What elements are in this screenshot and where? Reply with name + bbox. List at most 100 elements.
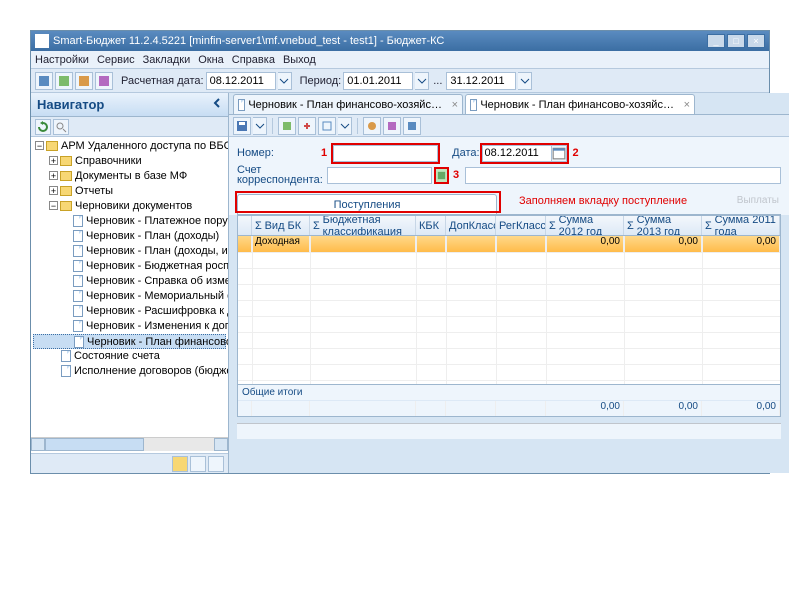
period-from-dropdown[interactable] [415, 72, 429, 90]
grid-col-regklass[interactable]: РегКласс [496, 216, 546, 235]
grid-corner[interactable] [238, 216, 252, 235]
subtab-hidden-label: Выплаты [737, 195, 779, 206]
tree-leaf[interactable]: Черновик - Мемориальный ордер [86, 290, 228, 302]
scroll-thumb[interactable] [45, 438, 144, 451]
tree-node-reports[interactable]: Отчеты [75, 185, 113, 197]
grid-col-dopklass[interactable]: ДопКласс [446, 216, 496, 235]
nav-refresh-button[interactable] [35, 119, 51, 135]
tree-leaf[interactable]: Черновик - Расшифровка к договорам (Б [86, 305, 228, 317]
menubar: Настройки Сервис Закладки Окна Справка В… [31, 51, 769, 69]
close-icon[interactable]: × [684, 99, 690, 111]
tree-leaf-selected[interactable]: Черновик - План финансово-хозяйствен [87, 336, 228, 348]
expand-icon[interactable]: + [49, 186, 58, 195]
grid-col-sum2011[interactable]: Σ Сумма 2011 года [702, 216, 780, 235]
account-code-input[interactable] [327, 167, 432, 184]
save-button[interactable] [233, 117, 251, 135]
period-to-dropdown[interactable] [518, 72, 532, 90]
tree-leaf[interactable]: Черновик - План (доходы) [86, 230, 219, 242]
menu-windows[interactable]: Окна [198, 54, 224, 66]
grid-body[interactable]: Доходная 0,00 0,00 0,00 [238, 236, 780, 384]
grid-col-sum2013[interactable]: Σ Сумма 2013 год [624, 216, 702, 235]
save-dropdown[interactable] [253, 117, 267, 135]
tree-leaf[interactable]: Черновик - План (доходы, изменения) [86, 245, 228, 257]
toolbar-btn-2[interactable] [55, 72, 73, 90]
period-to-input[interactable] [446, 72, 516, 90]
menu-exit[interactable]: Выход [283, 54, 316, 66]
account-label: Счет корреспондента: [237, 165, 317, 185]
toolbar-btn-1[interactable] [35, 72, 53, 90]
expand-icon[interactable]: − [49, 201, 58, 210]
document-icon [74, 336, 84, 348]
grid-col-vidbk[interactable]: Σ Вид БК [252, 216, 310, 235]
subtabs: Поступления Заполняем вкладку поступлени… [229, 189, 789, 215]
account-name-input[interactable] [465, 167, 781, 184]
document-tab[interactable]: Черновик - План финансово-хозяйственной … [233, 94, 463, 114]
period-from-input[interactable] [343, 72, 413, 90]
expand-icon[interactable]: + [49, 171, 58, 180]
doc-tool-btn[interactable] [383, 117, 401, 135]
grid-col-sum2012[interactable]: Σ Сумма 2012 год [546, 216, 624, 235]
navigator-collapse-icon[interactable] [212, 98, 222, 111]
grid-col-kbk[interactable]: КБК [416, 216, 446, 235]
close-button[interactable]: × [747, 34, 765, 48]
tree-leaf[interactable]: Черновик - Платежное поручение (расхо [86, 215, 228, 227]
doc-tool-btn[interactable] [298, 117, 316, 135]
doc-tool-btn[interactable] [318, 117, 336, 135]
main-toolbar: Расчетная дата: Период: ... [31, 69, 769, 93]
tree-leaf[interactable]: Черновик - Изменения к договорам (Бю [86, 320, 228, 332]
doc-tool-dropdown[interactable] [338, 117, 352, 135]
rdate-dropdown[interactable] [278, 72, 292, 90]
nav-status-btn-1[interactable] [172, 456, 188, 472]
tree-node-spravochniki[interactable]: Справочники [75, 155, 142, 167]
app-icon [35, 34, 49, 48]
number-label: Номер: [237, 147, 317, 159]
scroll-right-icon[interactable] [214, 438, 228, 451]
scroll-left-icon[interactable] [31, 438, 45, 451]
total-sum2012: 0,00 [546, 401, 624, 416]
document-icon [73, 245, 83, 257]
tree-node-contracts[interactable]: Исполнение договоров (бюджетные обязат [74, 365, 228, 377]
folder-icon [60, 156, 72, 166]
account-picker-button[interactable] [434, 167, 449, 184]
menu-help[interactable]: Справка [232, 54, 275, 66]
tree-node-docs[interactable]: Документы в базе МФ [75, 170, 187, 182]
subtab-receipts[interactable]: Поступления [237, 194, 497, 214]
document-tab-active[interactable]: Черновик - План финансово-хозяйственной … [465, 94, 695, 114]
expand-icon[interactable]: + [49, 156, 58, 165]
period-sep: ... [433, 75, 442, 87]
folder-icon [60, 186, 72, 196]
nav-status-btn-3[interactable] [208, 456, 224, 472]
toolbar-btn-4[interactable] [95, 72, 113, 90]
close-icon[interactable]: × [452, 99, 458, 111]
titlebar[interactable]: Smart-Бюджет 11.2.4.5221 [minfin-server1… [31, 31, 769, 51]
expand-icon[interactable]: − [35, 141, 44, 150]
document-toolbar [229, 115, 789, 137]
date-input[interactable] [482, 145, 552, 162]
doc-tool-btn[interactable] [403, 117, 421, 135]
tree-node-drafts[interactable]: Черновики документов [75, 200, 192, 212]
menu-settings[interactable]: Настройки [35, 54, 89, 66]
rdate-input[interactable] [206, 72, 276, 90]
number-input[interactable] [333, 145, 438, 162]
minimize-button[interactable]: _ [707, 34, 725, 48]
navigator-hscrollbar[interactable] [31, 437, 228, 451]
date-label: Дата: [452, 147, 479, 159]
doc-tool-btn[interactable] [278, 117, 296, 135]
grid-footer: Общие итоги 0,00 0,00 0,00 [238, 384, 780, 416]
navigator-tree[interactable]: − АРМ Удаленного доступа по ВБС + Справочн… [31, 137, 228, 453]
tree-leaf[interactable]: Черновик - Бюджетная роспись (расходы [86, 260, 228, 272]
tree-node-account[interactable]: Состояние счета [74, 350, 160, 362]
doc-tool-btn[interactable] [363, 117, 381, 135]
tree-root[interactable]: АРМ Удаленного доступа по ВБС [61, 140, 228, 152]
document-icon [73, 290, 83, 302]
tree-leaf[interactable]: Черновик - Справка об изменении бюдж [86, 275, 228, 287]
maximize-button[interactable]: □ [727, 34, 745, 48]
menu-service[interactable]: Сервис [97, 54, 135, 66]
toolbar-btn-3[interactable] [75, 72, 93, 90]
data-grid: Σ Вид БК Σ Бюджетная классификация КБК Д… [237, 215, 781, 417]
nav-search-button[interactable] [53, 119, 69, 135]
grid-col-bk[interactable]: Σ Бюджетная классификация [310, 216, 416, 235]
calendar-icon[interactable] [552, 145, 567, 162]
menu-bookmarks[interactable]: Закладки [143, 54, 191, 66]
nav-status-btn-2[interactable] [190, 456, 206, 472]
